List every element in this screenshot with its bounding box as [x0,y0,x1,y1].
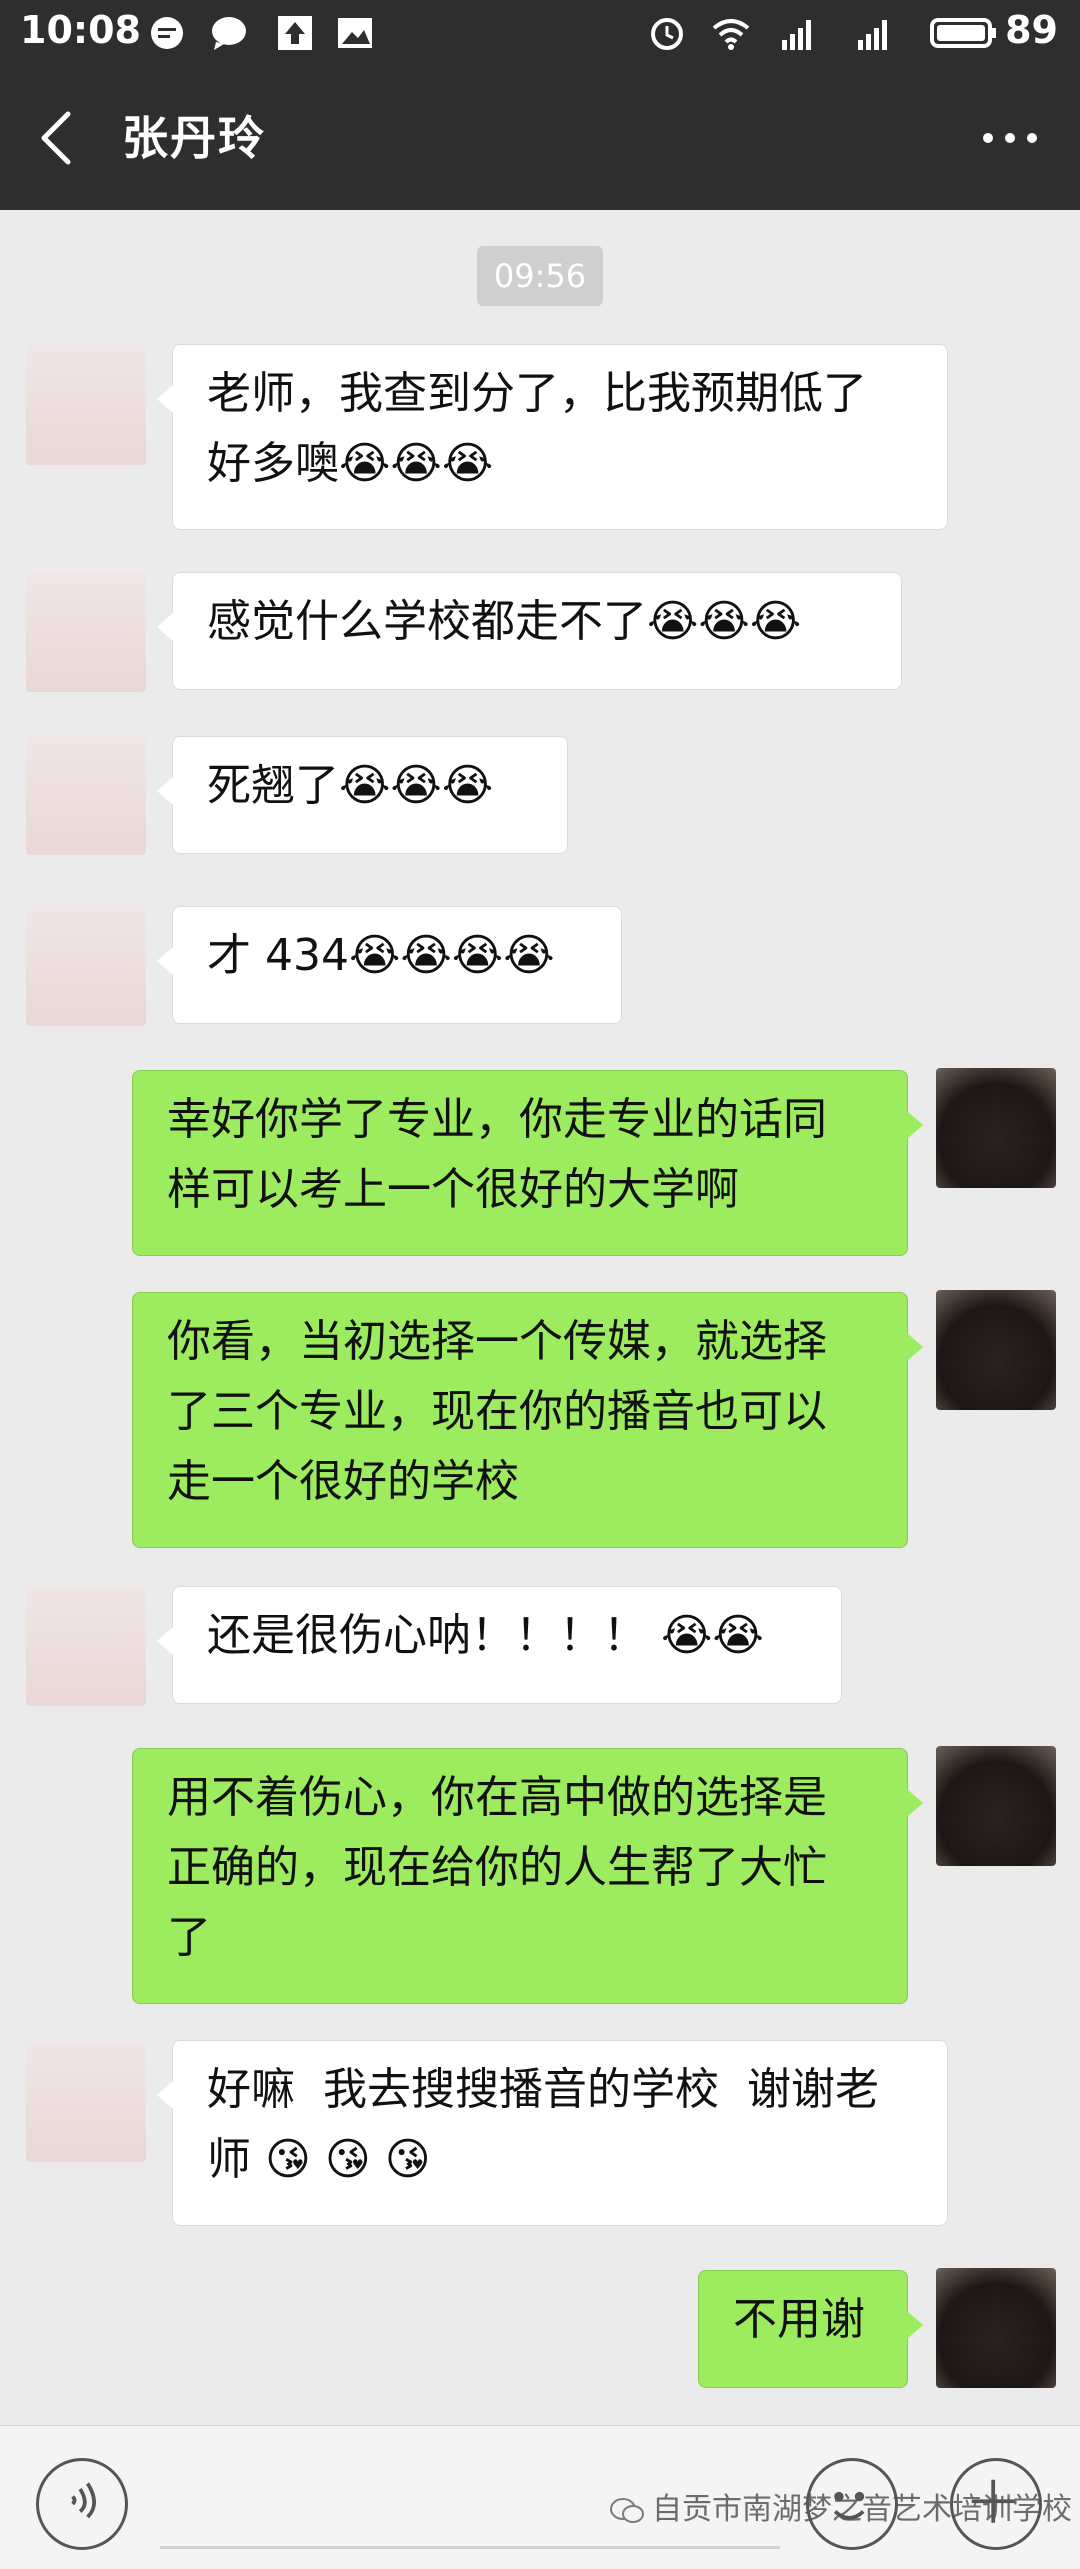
message-bubble-received[interactable]: 好嘛 我去搜搜播音的学校 谢谢老 师 😘 😘 😘 [157,2040,948,2226]
avatar[interactable] [26,1586,146,1706]
message-bubble-received[interactable]: 才 434😭😭😭😭 [157,906,622,1024]
title-bar: 张丹玲 [0,66,1080,210]
input-bar: 自贡市南湖梦之音艺术培训学校 [0,2425,1080,2569]
status-time: 10:08 [20,8,141,52]
avatar[interactable] [936,1290,1056,1410]
message-bubble-received[interactable]: 感觉什么学校都走不了😭😭😭 [157,572,902,690]
signal-icon [858,20,887,50]
message-bubble-sent[interactable]: 幸好你学了专业，你走专业的话同 样可以考上一个很好的大学啊 [132,1070,923,1256]
chevron-left-icon[interactable] [30,106,90,170]
avatar[interactable] [26,906,146,1026]
watermark-text: 自贡市南湖梦之音艺术培训学校 [652,2492,1072,2527]
avatar[interactable] [26,572,146,692]
avatar[interactable] [26,735,146,855]
avatar[interactable] [936,1068,1056,1188]
chat-area[interactable]: 09:56 老师，我查到分了，比我预期低了 好多噢😭😭😭 感觉什么学校都走不了😭… [0,210,1080,2425]
message-bubble-received[interactable]: 老师，我查到分了，比我预期低了 好多噢😭😭😭 [157,344,948,530]
avatar[interactable] [26,345,146,465]
message-bubble-received[interactable]: 死翘了😭😭😭 [157,736,568,854]
message-icon [212,17,246,50]
wechat-logo-icon [610,2497,644,2523]
avatar[interactable] [936,2268,1056,2388]
status-bar: 10:08 89 [0,0,1080,66]
avatar[interactable] [26,2042,146,2162]
upload-icon [278,16,312,50]
message-bubble-sent[interactable]: 不用谢 [698,2270,923,2388]
voice-input-icon[interactable] [36,2458,128,2550]
chat-notification-icon [151,17,183,49]
more-dots-icon[interactable] [970,106,1050,170]
watermark: 自贡市南湖梦之音艺术培训学校 [610,2484,1072,2528]
battery-level: 89 [1005,8,1058,52]
chat-title: 张丹玲 [122,111,266,165]
timestamp: 09:56 [477,246,603,306]
signal-4g-icon [782,20,811,50]
alarm-icon [651,18,683,50]
message-bubble-received[interactable]: 还是很伤心呐！！！！ 😭😭 [157,1586,842,1704]
message-bubble-sent[interactable]: 你看，当初选择一个传媒，就选择 了三个专业，现在你的播音也可以 走一个很好的学校 [132,1292,923,1548]
message-input[interactable] [160,2546,780,2549]
battery-icon [930,18,996,48]
avatar[interactable] [936,1746,1056,1866]
wifi-icon [712,19,750,50]
message-bubble-sent[interactable]: 用不着伤心，你在高中做的选择是 正确的，现在给你的人生帮了大忙 了 [132,1748,923,2004]
image-icon [338,18,372,48]
